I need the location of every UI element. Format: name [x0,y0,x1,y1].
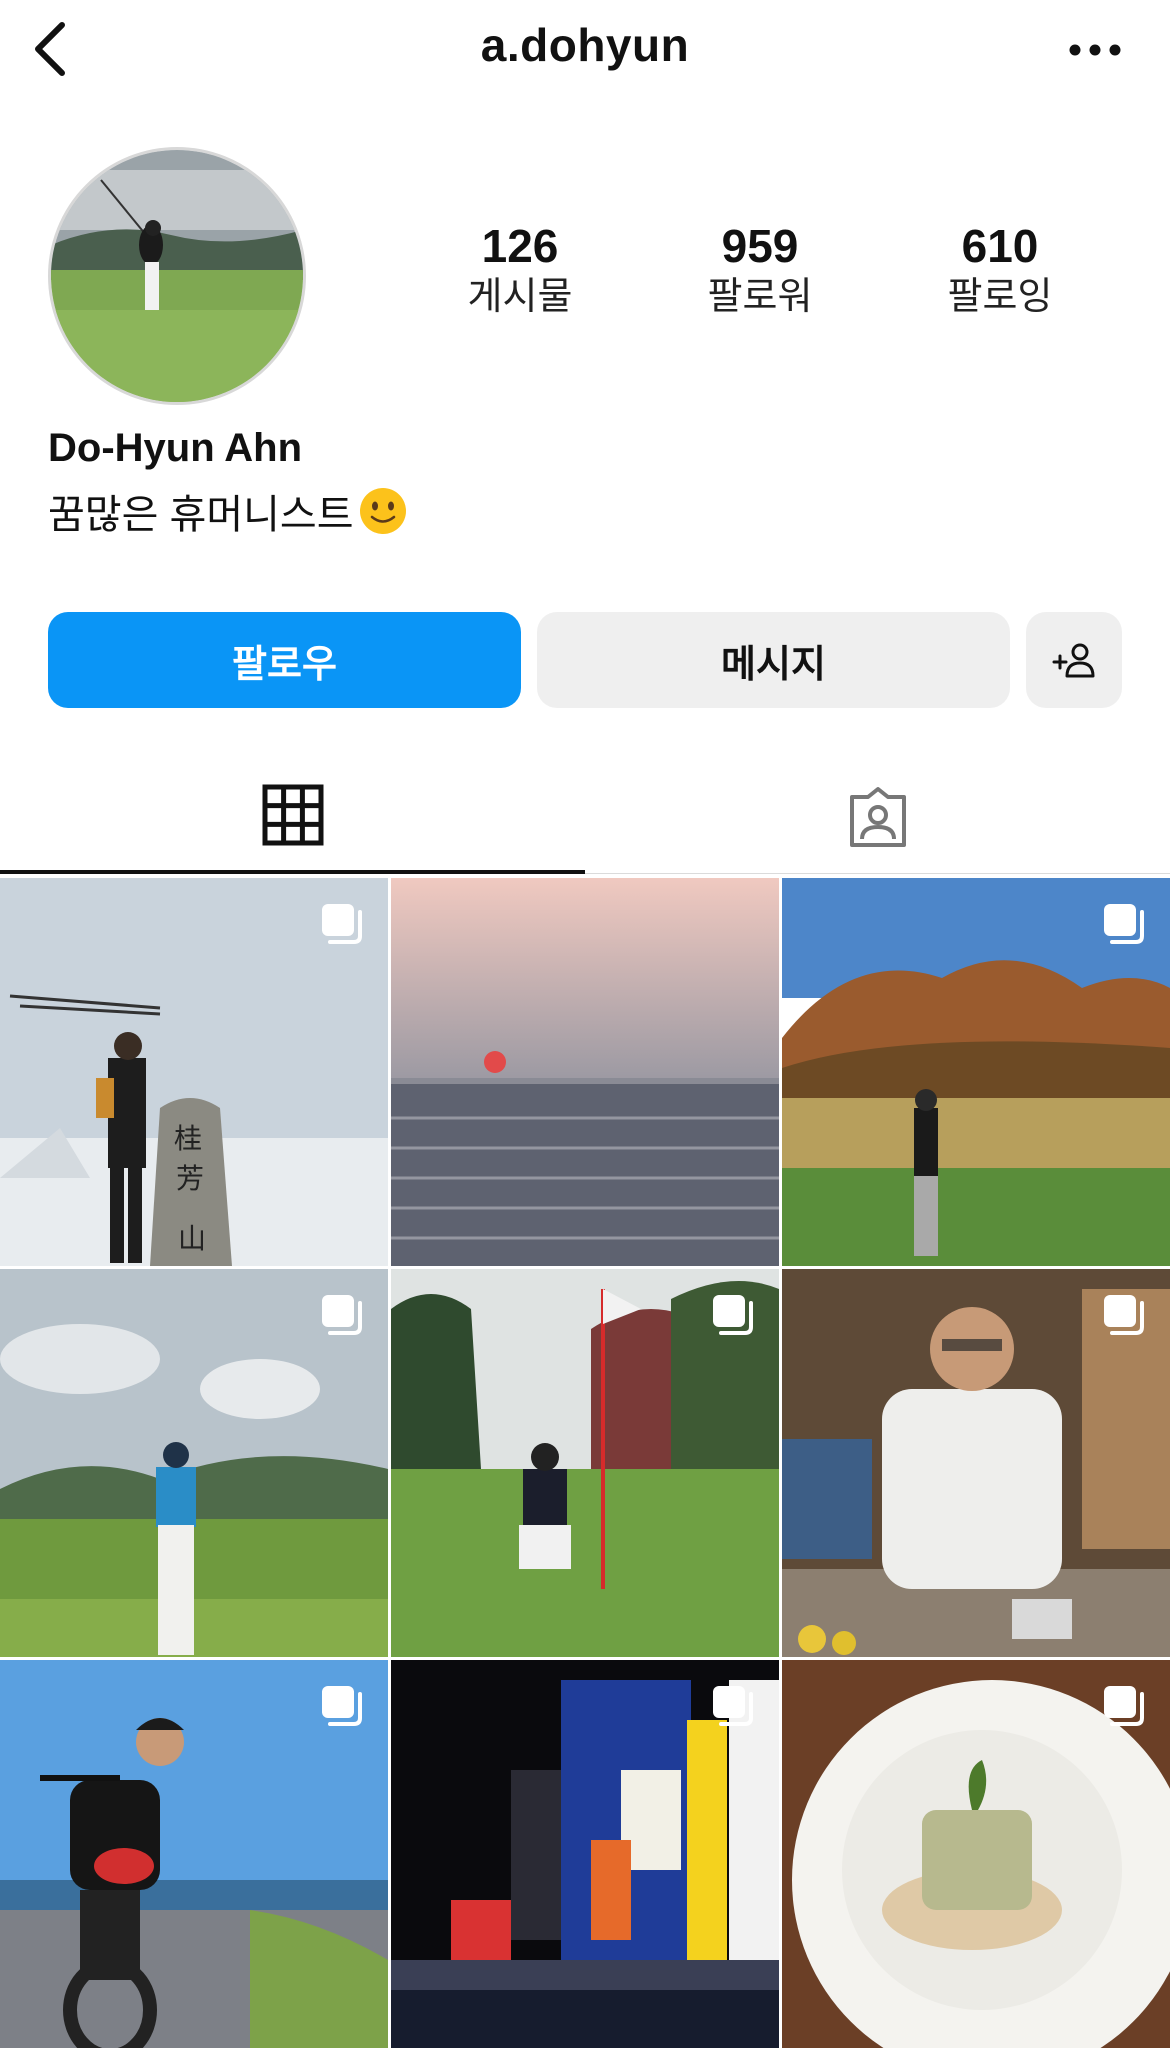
stat-following[interactable]: 610 팔로잉 [900,218,1100,320]
posts-count: 126 [481,220,559,272]
post-thumbnail[interactable] [782,1269,1170,1657]
carousel-icon [713,1686,753,1726]
stat-posts[interactable]: 126 게시물 [420,218,620,320]
add-person-icon [1052,643,1095,678]
posts-grid: 桂 芳 山 [0,878,1170,2049]
post-thumbnail[interactable] [782,1660,1170,2048]
carousel-icon [1104,1295,1144,1335]
profile-bio: 꿈많은 휴머니스트 [48,482,408,540]
post-thumbnail[interactable] [391,1660,779,2048]
carousel-icon [713,1295,753,1335]
avatar[interactable] [48,147,306,405]
svg-text:芳: 芳 [176,1162,204,1195]
tagged-person-icon [849,786,906,847]
following-count: 610 [961,220,1039,272]
slightly-smiling-face-emoji [359,488,406,534]
svg-text:山: 山 [178,1222,206,1255]
carousel-icon [322,1686,362,1726]
followers-count: 959 [721,220,799,272]
profile-stats: 126 게시물 959 팔로워 610 팔로잉 [420,218,1150,328]
tab-posts-grid[interactable] [0,760,585,874]
top-bar: a.dohyun [0,0,1170,100]
carousel-icon [1104,1686,1144,1726]
post-thumbnail[interactable] [391,1269,779,1657]
carousel-icon [322,904,362,944]
more-horizontal-icon [1069,44,1121,56]
svg-text:桂: 桂 [174,1122,202,1155]
message-button[interactable]: 메시지 [537,612,1010,708]
followers-label: 팔로워 [707,276,813,318]
carousel-icon [1104,904,1144,944]
tab-tagged[interactable] [585,760,1170,874]
stat-followers[interactable]: 959 팔로워 [660,218,860,320]
post-thumbnail[interactable] [0,1660,388,2048]
bio-text: 꿈많은 휴머니스트 [48,493,354,537]
following-label: 팔로잉 [947,276,1053,318]
post-thumbnail[interactable] [0,1269,388,1657]
posts-label: 게시물 [467,276,573,318]
follow-button[interactable]: 팔로우 [48,612,521,708]
suggest-people-button[interactable] [1026,612,1122,708]
post-thumbnail[interactable] [391,878,779,1266]
profile-name: Do-Hyun Ahn [48,426,303,470]
grid-icon [262,784,323,846]
carousel-icon [322,1295,362,1335]
post-thumbnail[interactable]: 桂 芳 山 [0,878,388,1266]
post-thumbnail[interactable] [782,878,1170,1266]
more-options-button[interactable] [1060,20,1130,80]
profile-username: a.dohyun [480,19,690,71]
